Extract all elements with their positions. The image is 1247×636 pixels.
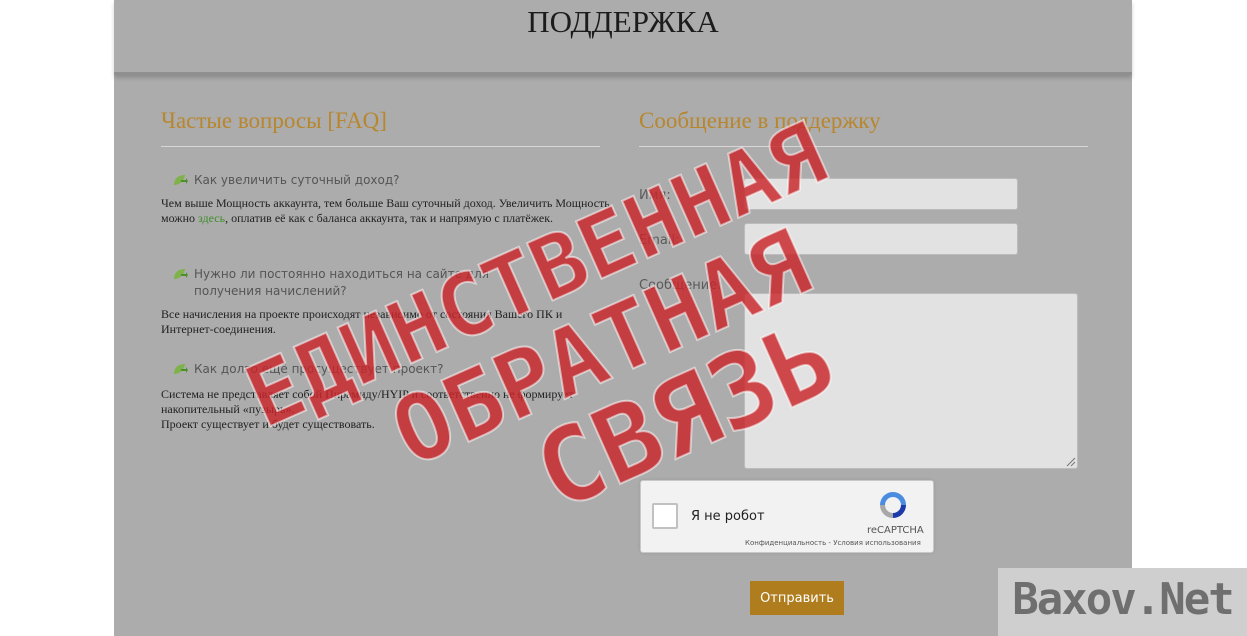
message-textarea[interactable] <box>744 293 1078 469</box>
faq-divider <box>161 146 600 147</box>
watermark-box: Baxov.Net <box>998 568 1247 636</box>
recaptcha-links: Конфиденциальность - Условия использован… <box>745 539 921 547</box>
faq-answer-3: Система не представляет собой Пирамиду/H… <box>161 387 591 432</box>
support-form-title: Сообщение в поддержку <box>639 108 881 133</box>
recaptcha-checkbox[interactable] <box>652 503 678 529</box>
name-input[interactable] <box>744 178 1018 210</box>
email-input[interactable] <box>744 223 1018 255</box>
resize-grip-icon[interactable] <box>1066 457 1076 467</box>
recaptcha-logo-icon <box>880 492 906 518</box>
faq-answer-text: Система не представляет собой Пирамиду/H… <box>161 387 574 416</box>
name-label: Имя: <box>639 188 671 203</box>
support-form-divider <box>639 146 1088 147</box>
faq-answer-2: Все начисления на проекте происходят нез… <box>161 307 563 336</box>
email-label: Email: <box>639 233 680 248</box>
support-page-panel: ПОДДЕРЖКА Частые вопросы [FAQ] Как увели… <box>114 0 1132 636</box>
recaptcha-brand: reCAPTCHA <box>867 525 924 536</box>
faq-question-text: Нужно ли постоянно находиться на сайте д… <box>194 267 489 298</box>
faq-question-1[interactable]: Как увеличить суточный доход? <box>172 172 552 189</box>
faq-answer-text: , оплатив её как с баланса аккаунта, так… <box>225 211 554 225</box>
faq-answer-1: Чем выше Мощность аккаунта, тем больше В… <box>161 196 611 226</box>
faq-question-3[interactable]: Как долго ещё просуществует проект? <box>172 361 552 378</box>
faq-question-text: Как увеличить суточный доход? <box>194 173 400 187</box>
leaf-arrow-icon <box>174 175 188 185</box>
submit-button[interactable]: Отправить <box>750 581 844 615</box>
faq-title: Частые вопросы [FAQ] <box>161 108 387 133</box>
recaptcha-label: Я не робот <box>691 509 765 524</box>
page-title: ПОДДЕРЖКА <box>527 4 719 39</box>
recaptcha-widget: Я не робот reCAPTCHA Конфиденциальность … <box>640 480 934 553</box>
faq-answer-text: Проект существует и будет существовать. <box>161 417 375 431</box>
leaf-arrow-icon <box>174 269 188 279</box>
faq-question-2[interactable]: Нужно ли постоянно находиться на сайте д… <box>172 266 552 300</box>
leaf-arrow-icon <box>174 364 188 374</box>
faq-here-link[interactable]: здесь <box>198 211 225 225</box>
faq-question-text: Как долго ещё просуществует проект? <box>194 362 444 376</box>
recaptcha-privacy-link[interactable]: Конфиденциальность <box>745 539 826 547</box>
recaptcha-terms-link[interactable]: Условия использования <box>833 539 921 547</box>
message-label: Сообщение: <box>639 278 722 293</box>
watermark-text: Baxov.Net <box>1012 574 1234 625</box>
page-header: ПОДДЕРЖКА <box>114 0 1132 75</box>
